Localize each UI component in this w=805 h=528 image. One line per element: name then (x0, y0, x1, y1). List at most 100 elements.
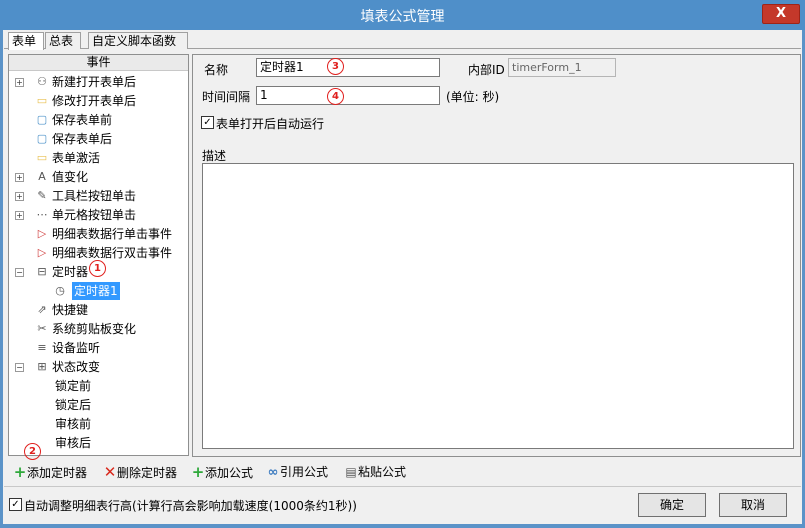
tree-item[interactable]: + ⋯ 单元格按钮单击 (15, 206, 179, 224)
tree-item[interactable]: − ⊞ 状态改变 (15, 358, 179, 376)
delete-timer-label: 删除定时器 (117, 466, 178, 480)
tree-item[interactable]: ◷ 定时器1 (39, 282, 179, 300)
description-label: 描述 (202, 149, 227, 163)
tree-item-label: 状态改变 (52, 360, 101, 374)
expand-icon[interactable]: + (15, 173, 24, 182)
name-label: 名称 (204, 63, 229, 77)
add-timer-label: 添加定时器 (27, 466, 88, 480)
tree-item-label: 单元格按钮单击 (52, 208, 137, 222)
tree-item-label: 新建打开表单后 (52, 75, 137, 89)
folder-icon: ▭ (36, 94, 48, 107)
tree-item[interactable]: ⇗ 快捷键 (15, 301, 179, 319)
dots-icon: ⋯ (36, 208, 48, 221)
tree-item-label: 保存表单后 (52, 132, 113, 146)
tree-item-label: 审核后 (55, 436, 92, 450)
annotation-marker-1: 1 (89, 260, 106, 277)
tab-summary[interactable]: 总表 (45, 32, 81, 49)
tree-item[interactable]: ✂ 系统剪贴板变化 (15, 320, 179, 338)
footer-separator (4, 486, 801, 487)
wrench-icon: ✎ (37, 189, 47, 202)
link-icon: ∞ (267, 465, 279, 480)
status-icon: ⊞ (37, 360, 47, 373)
window-title: 填表公式管理 (360, 9, 445, 25)
tree-item-label: 系统剪贴板变化 (52, 322, 137, 336)
tree-item[interactable]: ▭ 修改打开表单后 (15, 92, 179, 110)
tree-item-label: 定时器 (52, 265, 89, 279)
close-button[interactable]: X (762, 4, 800, 24)
folder-icon: ▭ (36, 151, 48, 164)
interval-unit: (单位: 秒) (446, 90, 500, 104)
database-icon: ≡ (37, 341, 47, 354)
annotation-marker-2: 2 (24, 443, 41, 460)
tree-item-label: 设备监听 (52, 341, 101, 355)
tree-item[interactable]: 审核前 (39, 415, 179, 433)
autorun-label: 表单打开后自动运行 (216, 117, 325, 131)
flag-icon: ▷ (37, 227, 47, 240)
tree-item-label: 快捷键 (52, 303, 89, 317)
autoheight-checkbox[interactable]: ✓ (9, 498, 22, 511)
tree-item[interactable]: ▢ 保存表单前 (15, 111, 179, 129)
tree-item[interactable]: ≡ 设备监听 (15, 339, 179, 357)
title-bar: 填表公式管理 X (0, 0, 805, 30)
autoheight-label: 自动调整明细表行高(计算行高会影响加载速度(1000条约1秒)) (24, 499, 357, 513)
tree-item-label: 定时器1 (72, 282, 120, 300)
expand-icon[interactable]: + (15, 192, 24, 201)
tree-item[interactable]: 锁定前 (39, 377, 179, 395)
annotation-marker-4: 4 (327, 88, 344, 105)
tree-item[interactable]: 审核后 (39, 434, 179, 452)
interval-label: 时间间隔 (202, 90, 251, 104)
user-add-icon: ⚇ (37, 75, 47, 88)
name-field[interactable]: 定时器1 (256, 58, 440, 77)
tree-item[interactable]: ▢ 保存表单后 (15, 130, 179, 148)
tree-header: 事件 (9, 55, 188, 71)
tree-item[interactable]: + A 值变化 (15, 168, 179, 186)
tree-item[interactable]: + ✎ 工具栏按钮单击 (15, 187, 179, 205)
plus-icon: + (191, 463, 205, 481)
scissors-icon: ✂ (37, 322, 47, 335)
tree-item-label: 工具栏按钮单击 (52, 189, 137, 203)
tree-item[interactable]: ▷ 明细表数据行单击事件 (15, 225, 179, 243)
tab-custom-script[interactable]: 自定义脚本函数 (88, 32, 188, 49)
tree-item-label: 表单激活 (52, 151, 101, 165)
tree-item-label: 锁定前 (55, 379, 92, 393)
shortcut-icon: ⇗ (37, 303, 47, 316)
tree-item[interactable]: 锁定后 (39, 396, 179, 414)
event-tree[interactable]: 事件 + ⚇ 新建打开表单后 ▭ 修改打开表单后 ▢ 保存表单前 ▢ 保存表单后 ▭ 表单激活 + A 值… (8, 54, 189, 456)
ok-button[interactable]: 确定 (638, 493, 706, 517)
internal-id-label: 内部ID (468, 63, 505, 77)
paste-formula-label: 粘贴公式 (358, 465, 407, 479)
description-textarea[interactable] (202, 163, 794, 449)
tree-item-label: 保存表单前 (52, 113, 113, 127)
save-icon: ▢ (36, 113, 48, 126)
ref-formula-button[interactable]: ∞ 引用公式 (266, 461, 328, 483)
tree-item[interactable]: + ⚇ 新建打开表单后 (15, 73, 179, 91)
interval-field[interactable]: 1 (256, 86, 440, 105)
flag-icon: ▷ (37, 246, 47, 259)
add-formula-label: 添加公式 (205, 466, 254, 480)
add-formula-button[interactable]: +添加公式 (191, 461, 253, 483)
tree-item-label: 明细表数据行单击事件 (52, 227, 173, 241)
delete-timer-button[interactable]: ✕删除定时器 (103, 461, 177, 483)
collapse-icon[interactable]: − (15, 363, 24, 372)
collapse-icon[interactable]: − (15, 268, 24, 277)
expand-icon[interactable]: + (15, 211, 24, 220)
plus-icon: + (13, 463, 27, 481)
tab-form[interactable]: 表单 (8, 32, 44, 50)
paste-formula-button[interactable]: ▤粘贴公式 (344, 461, 406, 483)
tree-item-label: 修改打开表单后 (52, 94, 137, 108)
clock-icon: ◷ (55, 284, 65, 297)
tree-item-label: 锁定后 (55, 398, 92, 412)
ref-formula-label: 引用公式 (280, 465, 329, 479)
internal-id-field: timerForm_1 (508, 58, 616, 77)
save-icon: ▢ (36, 132, 48, 145)
annotation-marker-3: 3 (327, 58, 344, 75)
autorun-checkbox[interactable]: ✓ (201, 116, 214, 129)
tree-item[interactable]: ▭ 表单激活 (15, 149, 179, 167)
expand-icon[interactable]: + (15, 78, 24, 87)
tree-item-label: 值变化 (52, 170, 89, 184)
paste-icon: ▤ (345, 465, 357, 479)
cancel-button[interactable]: 取消 (719, 493, 787, 517)
add-timer-button[interactable]: +添加定时器 (13, 461, 87, 483)
tree-item-label: 审核前 (55, 417, 92, 431)
timer-icon: ⊟ (37, 265, 47, 278)
